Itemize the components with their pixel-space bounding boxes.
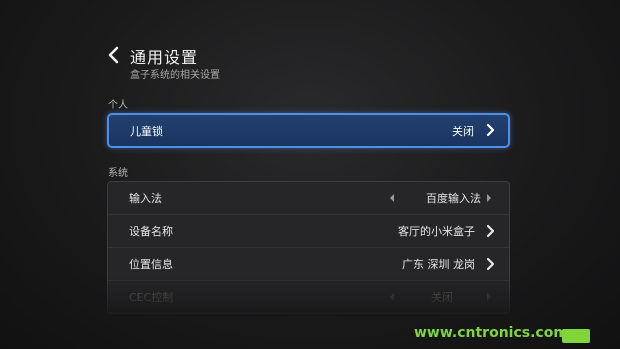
setting-value: 关闭 <box>431 291 453 304</box>
page-subtitle: 盒子系统的相关设置 <box>130 70 220 81</box>
setting-label: 输入法 <box>129 192 162 205</box>
setting-value: 广东 深圳 龙岗 <box>402 258 475 271</box>
setting-label: CEC控制 <box>129 291 174 304</box>
setting-row-location[interactable]: 位置信息 广东 深圳 龙岗 <box>108 248 509 281</box>
arrow-right-icon[interactable] <box>487 293 491 301</box>
chevron-right-icon <box>486 224 495 238</box>
setting-row-cec-control[interactable]: CEC控制 关闭 <box>108 281 509 313</box>
setting-value: 百度输入法 <box>426 192 481 205</box>
watermark-logo <box>562 329 590 343</box>
section-header-personal: 个人 <box>108 100 128 111</box>
setting-label: 儿童锁 <box>130 125 163 138</box>
page-title: 通用设置 <box>130 48 199 67</box>
system-settings-group: 输入法 百度输入法 设备名称 客厅的小米盒子 位置信息 广东 深圳 龙岗 CEC… <box>107 181 510 314</box>
setting-row-child-lock[interactable]: 儿童锁 关闭 <box>107 113 510 148</box>
arrow-left-icon[interactable] <box>390 293 394 301</box>
chevron-right-icon <box>486 257 495 271</box>
setting-label: 位置信息 <box>129 258 173 271</box>
chevron-right-icon <box>486 123 495 137</box>
back-chevron-icon[interactable] <box>107 46 121 64</box>
watermark-text: www.cntronics.com <box>414 325 568 341</box>
setting-row-input-method[interactable]: 输入法 百度输入法 <box>108 182 509 215</box>
arrow-right-icon[interactable] <box>487 194 491 202</box>
setting-value: 客厅的小米盒子 <box>398 225 475 238</box>
section-header-system: 系统 <box>108 168 128 179</box>
setting-row-device-name[interactable]: 设备名称 客厅的小米盒子 <box>108 215 509 248</box>
arrow-left-icon[interactable] <box>390 194 394 202</box>
setting-label: 设备名称 <box>129 225 173 238</box>
setting-value: 关闭 <box>452 125 474 138</box>
